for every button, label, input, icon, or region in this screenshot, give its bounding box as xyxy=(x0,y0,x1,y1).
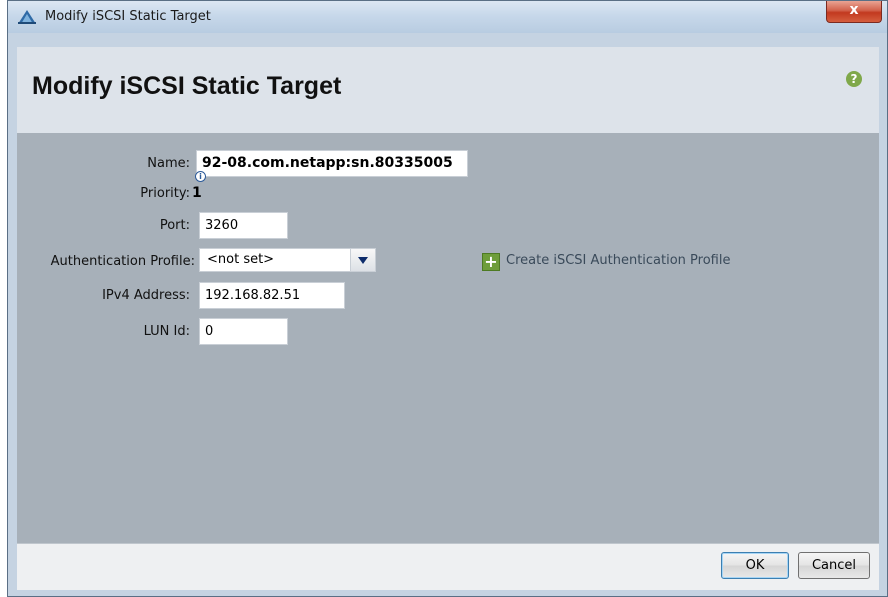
name-label: Name: xyxy=(147,156,190,171)
auth-profile-select[interactable]: <not set> xyxy=(199,248,376,272)
title-bar[interactable]: Modify iSCSI Static Target x xyxy=(8,1,887,33)
auth-profile-selected: <not set> xyxy=(207,252,275,267)
info-icon: i xyxy=(195,171,206,182)
ok-button[interactable]: OK xyxy=(721,552,789,579)
name-field[interactable]: 92-08.com.netapp:sn.80335005 xyxy=(196,150,468,177)
close-button[interactable]: x xyxy=(826,1,882,23)
close-icon: x xyxy=(849,2,859,18)
lun-id-input[interactable]: 0 xyxy=(199,318,288,345)
port-label: Port: xyxy=(159,218,190,233)
name-field-value: 92-08.com.netapp:sn.80335005 xyxy=(202,155,453,171)
dialog-footer: OK Cancel xyxy=(17,543,879,590)
plus-icon: + xyxy=(482,253,500,271)
cancel-button[interactable]: Cancel xyxy=(798,552,870,579)
ucs-manager-icon xyxy=(18,10,36,24)
port-input[interactable]: 3260 xyxy=(199,212,288,239)
ipv4-input[interactable]: 192.168.82.51 xyxy=(199,282,345,309)
auth-profile-label: Authentication Profile: xyxy=(50,254,195,269)
ipv4-label: IPv4 Address: xyxy=(102,288,190,303)
dialog-header: Modify iSCSI Static Target ? xyxy=(17,47,879,134)
chevron-down-icon[interactable] xyxy=(350,249,375,271)
create-auth-profile-label: Create iSCSI Authentication Profile xyxy=(506,253,731,268)
priority-value: 1 xyxy=(192,185,202,201)
lun-id-label: LUN Id: xyxy=(143,324,190,339)
help-icon[interactable]: ? xyxy=(846,71,862,87)
page-title: Modify iSCSI Static Target xyxy=(32,72,342,100)
priority-label: Priority: xyxy=(140,186,190,201)
window-title: Modify iSCSI Static Target xyxy=(45,9,211,24)
